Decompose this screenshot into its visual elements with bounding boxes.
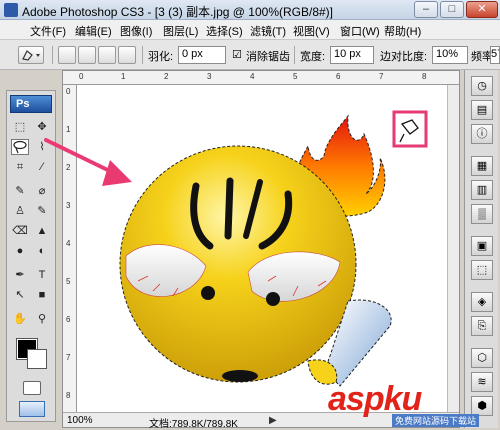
feather-input[interactable]: 0 px: [178, 46, 226, 64]
document-window: 0 1 2 3 4 5 6 7 8 0 1 2 3 4 5 6 7 8 100%…: [62, 70, 460, 430]
info-panel-icon[interactable]: ⓘ: [471, 124, 493, 144]
minimize-button[interactable]: –: [414, 1, 438, 18]
ruler-top-tick: 0: [79, 72, 84, 81]
options-bar: 羽化: 0 px ☑ 消除锯齿 宽度: 10 px 边对比度: 10% 频率: …: [0, 40, 500, 70]
menu-view[interactable]: 视图(V): [293, 23, 330, 39]
panel-dock: ◷ ▤ ⓘ ▦ ▥ ▒ ▣ ⬚ ◈ ⎘ ⬡ ≋ ⬢: [464, 70, 498, 428]
edge-contrast-label: 边对比度:: [380, 51, 428, 63]
color-panel-icon[interactable]: ▦: [471, 156, 493, 176]
width-input[interactable]: 10 px: [330, 46, 374, 64]
zoom-tool-icon[interactable]: ⚲: [33, 311, 51, 327]
brushes-panel-icon[interactable]: ◈: [471, 292, 493, 312]
clone-stamp-tool-icon[interactable]: ♙: [11, 203, 29, 219]
antialias-checkbox[interactable]: ☑: [232, 48, 242, 61]
ruler-left-tick: 7: [66, 353, 71, 362]
channels-panel-icon[interactable]: ≋: [471, 372, 493, 392]
eraser-tool-icon[interactable]: ⌫: [11, 223, 29, 239]
ruler-left-tick: 5: [66, 277, 71, 286]
dodge-tool-icon[interactable]: ◐: [33, 243, 51, 259]
menu-select[interactable]: 选择(S): [206, 23, 243, 39]
history-panel-icon[interactable]: ▣: [471, 236, 493, 256]
mouth: [222, 370, 258, 382]
vertical-scrollbar[interactable]: [447, 85, 459, 413]
antialias-label: 消除锯齿: [246, 51, 290, 63]
menu-help[interactable]: 帮助(H): [384, 23, 421, 39]
feather-label: 羽化:: [148, 51, 174, 63]
histogram-panel-icon[interactable]: ▤: [471, 100, 493, 120]
healing-brush-tool-icon[interactable]: ✎: [11, 183, 29, 199]
paths-panel-icon[interactable]: ⬢: [471, 396, 493, 416]
pink-arrow: [44, 138, 132, 186]
menu-edit[interactable]: 编辑(E): [75, 23, 112, 39]
menu-window[interactable]: 窗口(W): [340, 23, 380, 39]
ruler-top-tick: 2: [164, 72, 169, 81]
blur-tool-icon[interactable]: ●: [11, 243, 29, 259]
ruler-top-tick: 5: [293, 72, 298, 81]
status-menu-arrow-icon[interactable]: ▶: [269, 415, 277, 426]
edge-contrast-input[interactable]: 10%: [432, 46, 468, 64]
marquee-tool-icon[interactable]: ⬚: [11, 119, 29, 135]
new-selection-icon[interactable]: [58, 46, 76, 64]
intersect-selection-icon[interactable]: [118, 46, 136, 64]
ruler-top-tick: 3: [207, 72, 212, 81]
navigator-panel-icon[interactable]: ◷: [471, 76, 493, 96]
menu-image[interactable]: 图像(I): [120, 23, 152, 39]
history-brush-tool-icon[interactable]: ✎: [33, 203, 51, 219]
frequency-input[interactable]: 57: [490, 46, 500, 64]
width-label: 宽度:: [300, 51, 326, 63]
tool-preset-picker[interactable]: [18, 46, 44, 64]
layers-panel-icon[interactable]: ⬡: [471, 348, 493, 368]
photoshop-app-icon: [4, 3, 18, 17]
window-title: Adobe Photoshop CS3 - [3 (3) 副本.jpg @ 10…: [22, 5, 333, 19]
menu-layer[interactable]: 图层(L): [163, 23, 198, 39]
horizontal-ruler: 0 1 2 3 4 5 6 7 8: [63, 71, 459, 85]
ruler-top-tick: 8: [422, 72, 427, 81]
close-button[interactable]: ✕: [466, 1, 498, 18]
ruler-top-tick: 4: [250, 72, 255, 81]
background-color-swatch[interactable]: [27, 349, 47, 369]
ruler-left-tick: 3: [66, 201, 71, 210]
type-tool-icon[interactable]: T: [33, 267, 51, 283]
menu-file[interactable]: 文件(F): [30, 23, 66, 39]
menu-filter[interactable]: 滤镜(T): [250, 23, 286, 39]
path-selection-tool-icon[interactable]: ↖: [11, 287, 29, 303]
ps-logo: Ps: [10, 95, 52, 113]
pen-tool-icon[interactable]: ✒: [11, 267, 29, 283]
ruler-left-tick: 6: [66, 315, 71, 324]
ruler-top-tick: 6: [336, 72, 341, 81]
ruler-left-tick: 4: [66, 239, 71, 248]
gradient-tool-icon[interactable]: ▲: [33, 223, 51, 239]
cursor-highlight-box: [392, 110, 428, 148]
shape-tool-icon[interactable]: ■: [33, 287, 51, 303]
magnetic-lasso-cursor-icon: [400, 119, 419, 135]
zoom-level[interactable]: 100%: [67, 415, 93, 426]
hand-tool-icon[interactable]: ✋: [11, 311, 29, 327]
watermark-subtitle: 免费网站源码下载站: [392, 414, 480, 427]
magnetic-lasso-tool-icon[interactable]: [11, 139, 29, 155]
swatches-panel-icon[interactable]: ▥: [471, 180, 493, 200]
menu-bar: 文件(F) 编辑(E) 图像(I) 图层(L) 选择(S) 滤镜(T) 视图(V…: [0, 20, 500, 40]
ruler-left-tick: 0: [66, 87, 71, 96]
ruler-top-tick: 1: [121, 72, 126, 81]
title-bar: Adobe Photoshop CS3 - [3 (3) 副本.jpg @ 10…: [0, 0, 500, 20]
ruler-left-tick: 8: [66, 391, 71, 400]
screen-mode-icon[interactable]: [19, 401, 45, 417]
subtract-selection-icon[interactable]: [98, 46, 116, 64]
clone-source-panel-icon[interactable]: ⎘: [471, 316, 493, 336]
maximize-button[interactable]: □: [440, 1, 464, 18]
add-selection-icon[interactable]: [78, 46, 96, 64]
styles-panel-icon[interactable]: ▒: [471, 204, 493, 224]
quick-mask-icon[interactable]: [23, 381, 41, 395]
ruler-top-tick: 7: [379, 72, 384, 81]
actions-panel-icon[interactable]: ⬚: [471, 260, 493, 280]
crop-tool-icon[interactable]: ⌗: [11, 159, 29, 175]
document-size: 文档:789.8K/789.8K: [149, 419, 238, 430]
